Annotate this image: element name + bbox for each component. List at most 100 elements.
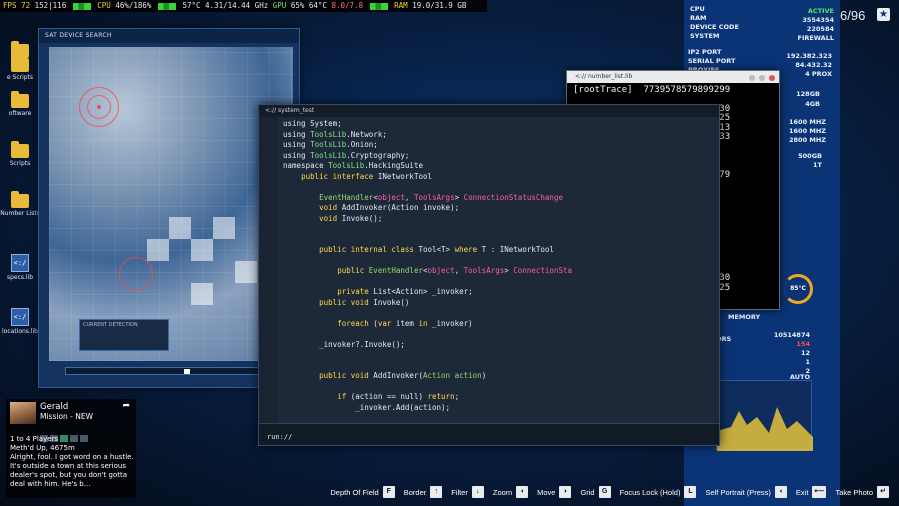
command-prompt[interactable]: run://: [267, 433, 292, 441]
satellite-map[interactable]: [49, 47, 293, 361]
mission-title: Meth'd Up, 4675m: [10, 444, 75, 452]
stat-label: SYSTEM: [690, 32, 720, 40]
code-line: public internal class Tool<T> where T : …: [319, 245, 554, 254]
desktop-icon-label: e Scripts: [6, 74, 34, 81]
stat-value: 192.382.323: [786, 52, 832, 60]
file-icon: <:/: [11, 254, 29, 272]
gpu-label: GPU: [272, 1, 287, 10]
control-hint[interactable]: Grid G: [580, 486, 611, 498]
map-scrollbar[interactable]: [65, 367, 283, 375]
current-detection-label: CURRENT DETECTION: [83, 322, 138, 328]
code-editor[interactable]: using System; using ToolsLib.Network; usin…: [283, 119, 713, 434]
spec-value: 500GB: [798, 152, 822, 160]
desktop-folder-icon-4[interactable]: Number Lists: [0, 191, 40, 217]
control-key-icon: G: [598, 486, 611, 498]
fps-value: 72: [21, 1, 31, 10]
folder-icon: [11, 141, 29, 158]
contact-name: Gerald: [40, 402, 69, 412]
stat-label: CPU: [690, 5, 705, 13]
minimize-icon[interactable]: [749, 75, 756, 81]
spec-value: 2800 MHZ: [789, 136, 826, 144]
desktop-file-icon-6[interactable]: <:/ locations.lib: [0, 308, 40, 335]
control-hint[interactable]: Focus Lock (Hold) L: [620, 486, 697, 498]
grid-cell: [147, 239, 169, 261]
code-line: void AddInvoker(Action invoke);: [319, 203, 460, 212]
radar-ring: [119, 257, 153, 291]
stat-value: 220584: [806, 25, 834, 33]
mission-players: 1 to 4 Players: [10, 435, 59, 443]
fps-graph-icon: [72, 2, 91, 10]
control-key-icon: ◗: [559, 486, 572, 498]
code-line: using ToolsLib.Cryptography;: [283, 150, 410, 160]
fps-label: FPS: [3, 1, 17, 10]
control-label: Focus Lock (Hold): [619, 487, 681, 497]
stat-label: RAM: [690, 14, 707, 22]
control-hint[interactable]: Zoom ◖: [493, 486, 529, 498]
close-icon[interactable]: [769, 75, 775, 81]
control-hint[interactable]: Depth Of Field F: [330, 486, 395, 498]
share-arrow-icon[interactable]: ➦: [122, 401, 130, 411]
code-line: void Invoke();: [319, 213, 383, 223]
current-detection-panel: CURRENT DETECTION: [79, 319, 169, 351]
control-key-icon: L: [684, 486, 697, 498]
control-label: Self Portrait (Press): [705, 487, 771, 497]
memory-graph-svg: [717, 407, 813, 451]
photo-counter: 6/96: [840, 8, 866, 23]
control-key-icon: ◖: [774, 486, 787, 498]
desktop-icon-label: locations.lib: [2, 328, 38, 335]
desktop-folder-icon-2[interactable]: oftware: [0, 91, 40, 117]
desktop-file-icon-5[interactable]: <:/ specs.lib: [0, 254, 40, 281]
control-hint[interactable]: Filter ↓: [451, 486, 484, 498]
spec-value: 1600 MHZ: [789, 118, 826, 126]
control-hint[interactable]: Exit ⟵: [796, 486, 827, 498]
control-hint[interactable]: Border ↑: [404, 486, 443, 498]
number-list-titlebar[interactable]: <:// number_list.lib: [567, 71, 779, 83]
code-line: _invoker.Add(action);: [283, 402, 451, 412]
mission-status: Mission - NEW: [40, 412, 94, 421]
control-hint[interactable]: Take Photo ↵: [835, 486, 889, 498]
control-hint[interactable]: Self Portrait (Press) ◖: [705, 486, 787, 498]
gpu-graph-icon: [369, 2, 388, 10]
folder-icon: [11, 91, 29, 108]
code-line: using ToolsLib.Network;: [283, 129, 387, 139]
fps-detail: 152|116: [34, 1, 67, 10]
temperature-gauge: 85°C: [783, 274, 813, 304]
stat-label: IP2 PORT: [688, 48, 722, 56]
number-list-title: <:// number_list.lib: [575, 73, 633, 80]
stat-value: 84.432.32: [795, 61, 832, 69]
desktop-icon-label: Number Lists: [0, 210, 40, 217]
spec-value: 4GB: [805, 100, 820, 108]
cpu-label: CPU: [97, 1, 111, 10]
cpu-temp: 57°C: [182, 1, 201, 10]
ram-value: 19.0/31.9 GB: [412, 1, 467, 10]
system-test-window[interactable]: <:// system_test using System; using Tool…: [258, 104, 720, 446]
star-icon: ★: [877, 8, 890, 21]
grid-cell: [169, 217, 191, 239]
mission-card[interactable]: Gerald Mission - NEW ➦ 1 to 4 Players Me…: [6, 399, 136, 498]
control-label: Exit: [795, 487, 809, 497]
grid-cell: [235, 261, 257, 283]
control-key-icon: ↑: [430, 486, 443, 498]
command-bar[interactable]: run://: [259, 423, 719, 445]
memory-value: 1: [805, 358, 810, 366]
code-line: _invoker?.Invoke();: [283, 339, 405, 349]
code-line: if (action == null) return;: [337, 392, 460, 401]
code-line: public void Invoke(): [319, 297, 410, 307]
maximize-icon[interactable]: [759, 75, 766, 81]
line-gutter: [259, 117, 277, 423]
desktop-folder-icon-3[interactable]: Scripts: [0, 141, 40, 167]
control-key-icon: ↓: [471, 486, 484, 498]
control-key-icon: F: [382, 486, 395, 498]
control-hint[interactable]: Move ◗: [537, 486, 572, 498]
desktop-folder-icon-1[interactable]: e Scripts: [0, 55, 40, 81]
control-label: Depth Of Field: [330, 487, 379, 497]
map-scroll-thumb[interactable]: [184, 369, 190, 374]
stat-label: DEVICE CODE: [690, 23, 739, 31]
